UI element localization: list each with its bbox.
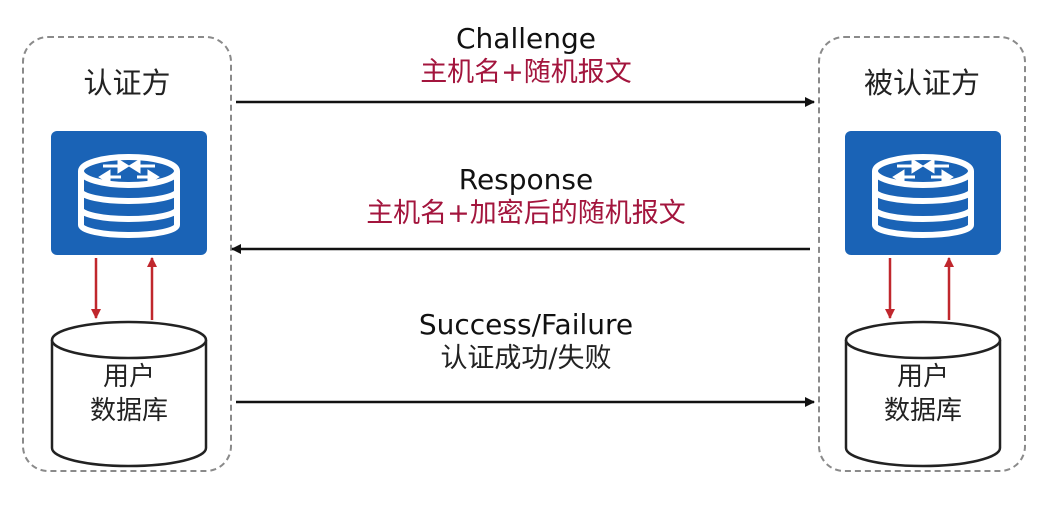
result-content: 认证成功/失败 [440, 343, 612, 374]
result-message: Success/Failure 认证成功/失败 [234, 308, 818, 376]
challenge-content: 主机名+随机报文 [420, 57, 632, 88]
challenge-message: Challenge 主机名+随机报文 [234, 22, 818, 90]
response-content: 主机名+加密后的随机报文 [366, 198, 686, 229]
result-label: Success/Failure [418, 308, 634, 341]
response-label: Response [458, 163, 594, 196]
response-message: Response 主机名+加密后的随机报文 [234, 163, 818, 231]
challenge-label: Challenge [456, 22, 596, 55]
